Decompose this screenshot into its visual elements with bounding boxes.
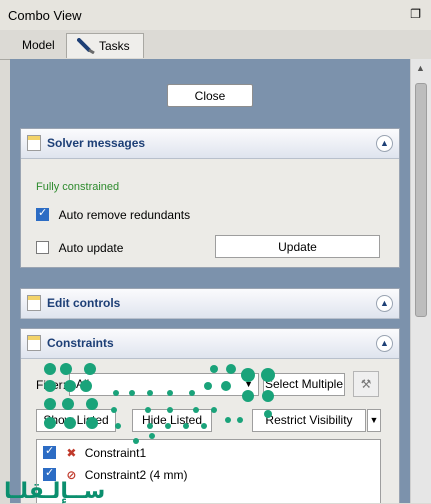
auto-update-row[interactable]: Auto update (36, 241, 123, 255)
title-bar: Combo View ❐ (0, 0, 431, 31)
constraints-header[interactable]: Constraints ▲ (21, 329, 399, 359)
document-icon (27, 135, 41, 151)
close-button[interactable]: Close (167, 84, 253, 107)
constraint1-checkbox[interactable] (43, 444, 56, 459)
chevron-down-icon: ▼ (369, 415, 379, 425)
auto-update-label: Auto update (58, 241, 124, 255)
coincident-constraint-icon: ✖ (66, 446, 77, 460)
collapse-icon[interactable]: ▲ (376, 335, 393, 352)
window-title: Combo View (8, 8, 82, 23)
tab-model-label: Model (22, 38, 55, 52)
edit-controls-title: Edit controls (47, 296, 121, 310)
auto-remove-redundants-label: Auto remove redundants (58, 208, 191, 222)
hide-listed-button[interactable]: Hide Listed (132, 409, 212, 432)
restrict-visibility-dropdown[interactable]: ▼ (367, 409, 381, 432)
tab-model[interactable]: Model (12, 33, 65, 58)
task-panel: Close Solver messages ▲ Fully constraine… (10, 59, 410, 503)
auto-update-checkbox[interactable] (36, 241, 49, 254)
vertical-scrollbar[interactable]: ▲ (410, 59, 431, 503)
list-item[interactable]: ✖ Constraint1 (43, 444, 147, 460)
tools-icon: ⚒ (360, 377, 372, 391)
wrench-icon (77, 38, 95, 54)
solver-status: Fully constrained (36, 181, 120, 193)
select-multiple-button[interactable]: Select Multiple (263, 373, 345, 396)
watermark-logo: ســإلـقلـا (4, 478, 106, 503)
settings-tool-button[interactable]: ⚒ (353, 371, 379, 397)
tab-tasks[interactable]: Tasks (66, 33, 144, 58)
tab-bar: Model Tasks (0, 30, 431, 60)
collapse-icon[interactable]: ▲ (376, 295, 393, 312)
filter-label: Filter: (36, 378, 66, 392)
scroll-up-icon[interactable]: ▲ (416, 63, 425, 73)
document-icon (27, 335, 41, 351)
constraints-title: Constraints (47, 336, 114, 350)
tab-tasks-label: Tasks (99, 39, 130, 53)
chevron-down-icon: ▼ (244, 379, 253, 389)
update-button[interactable]: Update (215, 235, 380, 258)
filter-value: All (76, 377, 90, 391)
auto-remove-redundants-row[interactable]: Auto remove redundants (36, 206, 191, 222)
edit-controls-header[interactable]: Edit controls ▲ (21, 289, 399, 319)
constraints-section: Constraints ▲ Filter: All ▼ Select Multi… (20, 328, 400, 503)
filter-dropdown[interactable]: All ▼ (69, 373, 259, 396)
solver-messages-header[interactable]: Solver messages ▲ (21, 129, 399, 159)
collapse-icon[interactable]: ▲ (376, 135, 393, 152)
constraint1-label: Constraint1 (84, 446, 147, 460)
solver-messages-title: Solver messages (47, 136, 146, 150)
auto-remove-redundants-checkbox[interactable] (36, 206, 49, 221)
document-icon (27, 295, 41, 311)
restrict-visibility-button[interactable]: Restrict Visibility (252, 409, 366, 432)
edit-controls-section: Edit controls ▲ (20, 288, 400, 319)
scrollbar-thumb[interactable] (415, 83, 427, 317)
show-listed-button[interactable]: Show Listed (36, 409, 116, 432)
solver-messages-section: Solver messages ▲ Fully constrained Auto… (20, 128, 400, 268)
undock-icon[interactable]: ❐ (410, 7, 421, 21)
